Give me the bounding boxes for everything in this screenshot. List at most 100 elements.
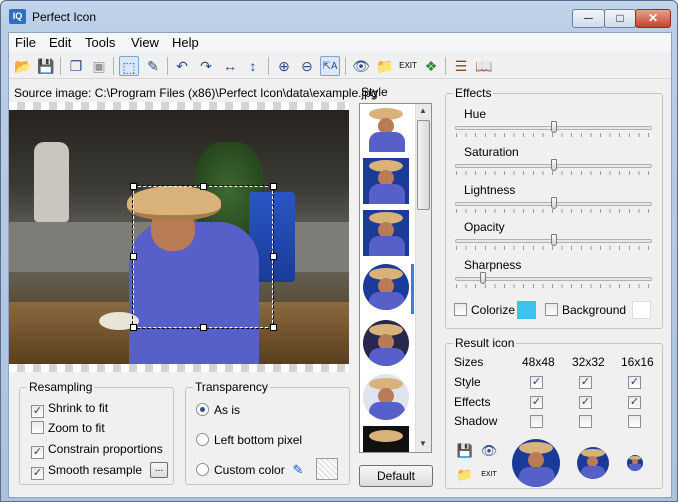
effects-16-checkbox[interactable]: ✓ <box>628 396 641 409</box>
left-bottom-pixel-option[interactable]: Left bottom pixel <box>196 433 302 447</box>
menu-view[interactable]: View <box>131 35 159 50</box>
script-icon[interactable]: ☰ <box>451 56 471 76</box>
style-thumb-circle-selected[interactable] <box>363 264 409 310</box>
exit-result-icon[interactable]: EXIT <box>480 465 498 483</box>
export-result-icon[interactable]: 📁 <box>456 465 474 483</box>
background-checkbox[interactable] <box>545 303 558 316</box>
shadow-32-checkbox[interactable] <box>579 415 592 428</box>
colorize-checkbox[interactable] <box>454 303 467 316</box>
exit-icon[interactable]: EXIT <box>398 56 418 76</box>
left-bottom-pixel-radio[interactable] <box>196 433 209 446</box>
title-bar[interactable]: IQ Perfect Icon ─ □ ✕ <box>1 1 677 31</box>
lightness-slider-thumb[interactable] <box>551 197 557 209</box>
paste-icon[interactable]: ▣ <box>89 56 109 76</box>
constrain-proportions-checkbox[interactable]: ✓ <box>31 446 44 459</box>
style-list-scroll-thumb[interactable] <box>417 120 430 210</box>
preview-result-icon[interactable]: 👁 <box>480 441 498 459</box>
zoom-out-icon[interactable]: ⊖ <box>297 56 317 76</box>
maximize-button[interactable]: □ <box>604 9 636 28</box>
style-list[interactable]: ▲ ▼ <box>359 103 432 453</box>
effects-32-checkbox[interactable]: ✓ <box>579 396 592 409</box>
source-image-canvas[interactable] <box>9 102 349 372</box>
custom-color-option[interactable]: Custom color <box>196 463 285 477</box>
shadow-16-checkbox[interactable] <box>628 415 641 428</box>
style-16-checkbox[interactable]: ✓ <box>628 376 641 389</box>
scroll-up-icon[interactable]: ▲ <box>419 106 427 115</box>
smooth-resample-option[interactable]: ✓ Smooth resample <box>31 463 142 480</box>
zoom-to-fit-checkbox[interactable] <box>31 421 44 434</box>
hue-slider[interactable] <box>455 121 652 137</box>
select-icon[interactable]: ⬚ <box>119 56 139 76</box>
style-48-checkbox[interactable]: ✓ <box>530 376 543 389</box>
style-thumb-circle-light[interactable] <box>363 374 409 420</box>
as-is-radio[interactable] <box>196 403 209 416</box>
sharpness-slider-thumb[interactable] <box>480 272 486 284</box>
custom-color-radio[interactable] <box>196 463 209 476</box>
preview-icon[interactable]: 👁 <box>351 56 371 76</box>
background-color-swatch[interactable] <box>632 301 651 319</box>
scroll-down-icon[interactable]: ▼ <box>419 439 427 448</box>
constrain-proportions-option[interactable]: ✓ Constrain proportions <box>31 442 163 459</box>
as-is-option[interactable]: As is <box>196 403 240 417</box>
picker-icon[interactable]: ✎ <box>143 56 163 76</box>
lightness-slider[interactable] <box>455 197 652 213</box>
smooth-resample-checkbox[interactable]: ✓ <box>31 467 44 480</box>
crop-handle[interactable] <box>270 253 277 260</box>
export-icon[interactable]: 📁 <box>375 56 395 76</box>
shadow-48-checkbox[interactable] <box>530 415 543 428</box>
style-thumb-blue-frame[interactable] <box>363 158 409 204</box>
minimize-button[interactable]: ─ <box>572 9 605 28</box>
style-selection-indicator <box>411 264 414 314</box>
crop-handle[interactable] <box>130 253 137 260</box>
crop-selection[interactable] <box>132 185 274 329</box>
opacity-slider-thumb[interactable] <box>551 234 557 246</box>
flip-horizontal-icon[interactable]: ↔ <box>220 56 240 76</box>
help-book-icon[interactable]: 📖 <box>474 56 494 76</box>
menu-file[interactable]: File <box>15 35 36 50</box>
crop-handle[interactable] <box>130 324 137 331</box>
colorize-option[interactable]: Colorize <box>454 303 515 317</box>
hue-slider-thumb[interactable] <box>551 121 557 133</box>
colorize-color-swatch[interactable] <box>517 301 536 319</box>
style-thumb-dark[interactable] <box>363 426 409 452</box>
crop-handle[interactable] <box>130 183 137 190</box>
opacity-slider[interactable] <box>455 234 652 250</box>
copy-icon[interactable]: ❐ <box>66 56 86 76</box>
windows-icon[interactable]: ❖ <box>421 56 441 76</box>
menu-help[interactable]: Help <box>172 35 199 50</box>
save-icon[interactable]: 💾 <box>36 56 56 76</box>
style-list-scrollbar[interactable]: ▲ ▼ <box>415 104 431 452</box>
crop-handle[interactable] <box>270 324 277 331</box>
style-32-checkbox[interactable]: ✓ <box>579 376 592 389</box>
saturation-slider[interactable] <box>455 159 652 175</box>
shadow-row-label: Shadow <box>454 414 498 428</box>
zoom-to-fit-option[interactable]: Zoom to fit <box>31 421 105 435</box>
auto-fit-icon[interactable]: ⇱A <box>320 56 340 76</box>
crop-handle[interactable] <box>270 183 277 190</box>
close-button[interactable]: ✕ <box>635 9 671 28</box>
zoom-in-icon[interactable]: ⊕ <box>274 56 294 76</box>
rotate-right-icon[interactable]: ↷ <box>196 56 216 76</box>
sharpness-slider[interactable] <box>455 272 652 288</box>
transparency-strip <box>9 102 349 110</box>
shrink-to-fit-option[interactable]: ✓ Shrink to fit <box>31 401 108 418</box>
resample-settings-button[interactable]: ... <box>150 462 168 478</box>
menu-tools[interactable]: Tools <box>85 35 115 50</box>
style-thumb-plain[interactable] <box>363 106 409 152</box>
open-icon[interactable]: 📂 <box>13 56 33 76</box>
crop-handle[interactable] <box>200 183 207 190</box>
style-thumb-circle-dark[interactable] <box>363 320 409 366</box>
rotate-left-icon[interactable]: ↶ <box>172 56 192 76</box>
effects-48-checkbox[interactable]: ✓ <box>530 396 543 409</box>
default-style-button[interactable]: Default <box>359 465 433 487</box>
eyedropper-icon[interactable]: ✎ <box>290 460 306 478</box>
save-result-icon[interactable]: 💾 <box>456 441 474 459</box>
flip-vertical-icon[interactable]: ↕ <box>243 56 263 76</box>
shrink-to-fit-checkbox[interactable]: ✓ <box>31 405 44 418</box>
menu-edit[interactable]: Edit <box>49 35 71 50</box>
background-option[interactable]: Background <box>545 303 626 317</box>
saturation-slider-thumb[interactable] <box>551 159 557 171</box>
crop-handle[interactable] <box>200 324 207 331</box>
custom-color-swatch[interactable] <box>316 458 338 480</box>
style-thumb-corner[interactable] <box>363 210 409 256</box>
